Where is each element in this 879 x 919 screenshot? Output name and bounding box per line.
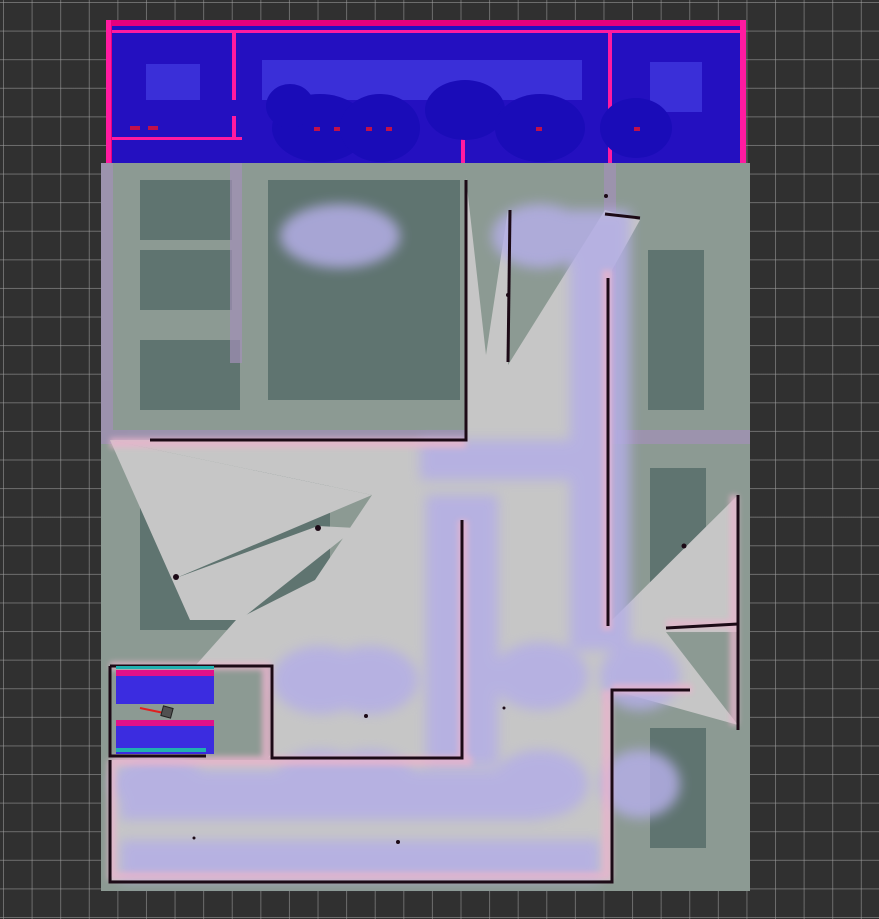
occupancy-grid-map [101,163,750,891]
global-costmap [106,20,746,166]
map-canvas[interactable] [0,0,879,919]
robot-body[interactable] [160,705,174,719]
map-3d-viewport[interactable] [0,0,879,919]
